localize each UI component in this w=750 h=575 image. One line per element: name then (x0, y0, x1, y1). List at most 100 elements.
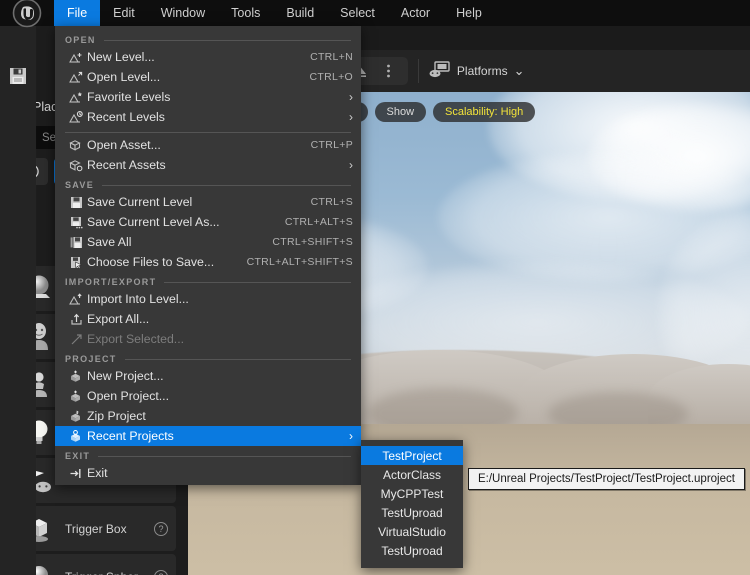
unreal-engine-logo[interactable] (0, 0, 54, 28)
list-item[interactable]: Trigger Spher ? (14, 554, 176, 575)
menu-item-new-level[interactable]: New Level... CTRL+N (55, 47, 361, 67)
zip-project-icon (65, 410, 87, 423)
save-floppy-icon[interactable] (8, 66, 28, 86)
section-divider (124, 358, 351, 360)
submenu-item-actorclass[interactable]: ActorClass (361, 465, 463, 484)
menu-section-import-export: IMPORT/EXPORT (55, 272, 361, 289)
menu-shortcut: CTRL+SHIFT+S (272, 236, 353, 248)
menu-label: Export Selected... (87, 332, 185, 346)
help-icon[interactable]: ? (154, 521, 168, 536)
menu-item-open-level[interactable]: Open Level... CTRL+O (55, 67, 361, 87)
help-icon[interactable]: ? (154, 569, 168, 575)
menu-section-save: SAVE (55, 175, 361, 192)
submenu-item-testuproad-1[interactable]: TestUproad (361, 503, 463, 522)
menu-item-recent-assets[interactable]: Recent Assets › (55, 155, 361, 175)
menu-item-recent-levels[interactable]: Recent Levels › (55, 107, 361, 127)
section-divider (164, 281, 351, 283)
submenu-item-testproject[interactable]: TestProject (361, 446, 463, 465)
menu-label: Favorite Levels (87, 90, 171, 104)
section-label: PROJECT (65, 354, 117, 364)
menu-item-open-asset[interactable]: Open Asset... CTRL+P (55, 135, 361, 155)
file-dropdown-menu: OPEN New Level... CTRL+N Open Level... C… (55, 26, 361, 485)
submenu-item-mycpptest[interactable]: MyCPPTest (361, 484, 463, 503)
menu-item-exit[interactable]: Exit (55, 463, 361, 483)
menu-shortcut: CTRL+P (310, 139, 353, 151)
open-project-icon (65, 390, 87, 403)
section-label: EXIT (65, 451, 91, 461)
section-divider (98, 455, 351, 457)
menu-item-save-all[interactable]: Save All CTRL+SHIFT+S (55, 232, 361, 252)
menu-label: Import Into Level... (87, 292, 189, 306)
menu-label: Recent Assets (87, 158, 166, 172)
menu-shortcut: CTRL+O (309, 71, 353, 83)
platforms-group[interactable]: Platforms ⌄ (419, 50, 535, 92)
menu-edit[interactable]: Edit (100, 0, 148, 26)
menu-label: New Level... (87, 50, 155, 64)
menu-shortcut: CTRL+ALT+SHIFT+S (246, 256, 353, 268)
menu-item-zip-project[interactable]: Zip Project (55, 406, 361, 426)
viewport-chip-scalability[interactable]: Scalability: High (433, 102, 536, 122)
menu-label: Save Current Level (87, 195, 193, 209)
left-toolbar-strip (0, 26, 36, 575)
menu-label: Open Project... (87, 389, 170, 403)
new-project-icon (65, 370, 87, 383)
search-placeholder: Se (42, 131, 57, 144)
menu-select[interactable]: Select (327, 0, 388, 26)
menu-shortcut: CTRL+ALT+S (284, 216, 353, 228)
list-item[interactable]: Trigger Box ? (14, 506, 176, 551)
place-actors-label: Plac (33, 100, 58, 114)
import-icon (65, 292, 87, 306)
menu-tools[interactable]: Tools (218, 0, 273, 26)
viewport-overlay-chips: it Show Scalability: High (338, 102, 536, 122)
viewport-chip-show[interactable]: Show (374, 102, 427, 122)
menu-item-import-into-level[interactable]: Import Into Level... (55, 289, 361, 309)
menu-item-new-project[interactable]: New Project... (55, 366, 361, 386)
menu-label: Recent Levels (87, 110, 165, 124)
menu-label: Choose Files to Save... (87, 255, 215, 269)
section-label: SAVE (65, 180, 95, 190)
save-all-icon (65, 236, 87, 249)
menu-item-save-current-level-as[interactable]: Save Current Level As... CTRL+ALT+S (55, 212, 361, 232)
menu-shortcut: CTRL+N (310, 51, 353, 63)
menu-section-open: OPEN (55, 30, 361, 47)
save-icon (65, 196, 87, 209)
menu-shortcut: CTRL+S (310, 196, 353, 208)
menu-item-export-all[interactable]: Export All... (55, 309, 361, 329)
chevron-down-icon: ⌄ (513, 63, 525, 78)
menu-bar: File Edit Window Tools Build Select Acto… (0, 0, 750, 28)
menu-label: Zip Project (87, 409, 146, 423)
submenu-item-virtualstudio[interactable]: VirtualStudio (361, 522, 463, 541)
menu-build[interactable]: Build (273, 0, 327, 26)
gamepad-monitor-icon (429, 61, 451, 81)
submenu-item-testuproad-2[interactable]: TestUproad (361, 541, 463, 560)
choose-files-icon (65, 256, 87, 269)
menu-window[interactable]: Window (148, 0, 218, 26)
menu-section-project: PROJECT (55, 349, 361, 366)
export-selected-icon (65, 333, 87, 346)
menu-section-assets (55, 127, 361, 135)
project-path-tooltip: E:/Unreal Projects/TestProject/TestProje… (468, 468, 745, 490)
menu-label: Export All... (87, 312, 150, 326)
chevron-right-icon: › (349, 110, 353, 124)
more-options-icon[interactable] (376, 58, 402, 84)
chevron-right-icon: › (349, 90, 353, 104)
menu-item-favorite-levels[interactable]: Favorite Levels › (55, 87, 361, 107)
menu-label: Save Current Level As... (87, 215, 220, 229)
menu-file[interactable]: File (54, 0, 101, 26)
platforms-label: Platforms (456, 64, 508, 78)
menu-item-choose-files-to-save[interactable]: Choose Files to Save... CTRL+ALT+SHIFT+S (55, 252, 361, 272)
section-divider (65, 132, 351, 133)
chevron-right-icon: › (349, 158, 353, 172)
menu-section-exit: EXIT (55, 446, 361, 463)
recent-projects-submenu: TestProject ActorClass MyCPPTest TestUpr… (361, 440, 463, 568)
menu-item-recent-projects[interactable]: Recent Projects › (55, 426, 361, 446)
chevron-right-icon: › (349, 429, 353, 443)
menu-item-save-current-level[interactable]: Save Current Level CTRL+S (55, 192, 361, 212)
menu-actor[interactable]: Actor (388, 0, 443, 26)
menu-help[interactable]: Help (443, 0, 495, 26)
menu-label: Open Asset... (87, 138, 161, 152)
new-level-icon (65, 51, 87, 64)
menu-item-open-project[interactable]: Open Project... (55, 386, 361, 406)
menu-label: Save All (87, 235, 132, 249)
menu-label: Exit (87, 466, 108, 480)
